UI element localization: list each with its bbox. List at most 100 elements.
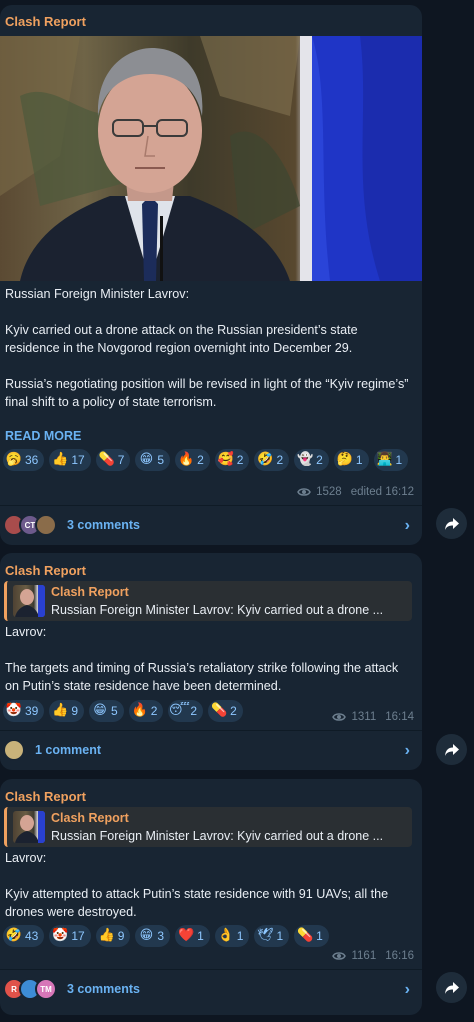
reaction-thumbs-up[interactable]: 👍 17 [49,449,91,471]
message-meta: 1311 16:14 [332,711,414,723]
reaction-fire[interactable]: 🔥 2 [128,700,164,722]
reaction-thinking-face[interactable]: 🤔 1 [333,449,369,471]
reaction-red-heart[interactable]: ❤️ 1 [175,925,210,947]
share-button[interactable] [436,972,467,1003]
thumbs-up-icon: 👍 [52,452,69,467]
reply-preview[interactable]: Clash Report Russian Foreign Minister La… [4,581,412,621]
commenter-avatars: R TM [3,978,57,1000]
message-bubble: Clash Report Clash Report Russian Foreig… [0,553,422,770]
reaction-pill[interactable]: 💊 2 [208,700,243,722]
reactions-bar: 🤣 43 🤡 17 👍 9 😁 3 ❤️ 1 👌 1 🕊 1 💊 1 [3,925,418,947]
smiling-hearts-icon: 🥰 [217,452,234,467]
share-button[interactable] [436,734,467,765]
grinning-face-icon: 😁 [93,703,107,718]
message-bubble: Clash Report Clash Report Russian Foreig… [0,779,422,1015]
red-heart-icon: ❤️ [178,928,195,943]
views-eye-icon [297,488,311,496]
comments-count: 1 comment [35,743,101,757]
share-arrow-icon [444,517,459,530]
channel-name[interactable]: Clash Report [5,563,86,578]
reply-preview[interactable]: Clash Report Russian Foreign Minister La… [4,807,412,847]
ghost-icon: 👻 [297,452,314,467]
thumbs-up-icon: 👍 [98,928,115,943]
reaction-grinning-face[interactable]: 😁 5 [135,449,171,471]
fire-icon: 🔥 [131,703,148,718]
reaction-pill[interactable]: 💊 1 [294,925,329,947]
avatar [3,739,25,761]
comments-button[interactable]: R TM 3 comments › [0,971,422,1007]
divider [0,969,422,970]
reaction-yawning-face[interactable]: 🥱 36 [3,449,45,471]
grinning-face-icon: 😁 [139,928,154,943]
message-time: edited 16:12 [350,486,414,498]
avatar [35,514,57,536]
dove-icon: 🕊 [257,928,274,943]
reaction-sleeping-face[interactable]: 😴 2 [168,700,204,722]
clown-face-icon: 🤡 [52,928,69,943]
message-meta: 1161 16:16 [332,950,414,962]
chevron-right-icon: › [404,517,410,534]
comments-button[interactable]: CT 3 comments › [0,507,422,543]
reaction-thumbs-up[interactable]: 👍 9 [49,700,85,722]
reaction-dove[interactable]: 🕊 1 [254,925,290,947]
reply-snippet: Russian Foreign Minister Lavrov: Kyiv ca… [51,829,384,843]
chevron-right-icon: › [404,981,410,998]
pill-icon: 💊 [98,452,115,467]
views-eye-icon [332,952,347,960]
reaction-technologist[interactable]: 👨‍💻 1 [373,449,409,471]
channel-name[interactable]: Clash Report [5,14,86,29]
reaction-grinning-face[interactable]: 😁 5 [89,700,124,722]
rofl-icon: 🤣 [5,928,23,943]
technologist-icon: 👨‍💻 [376,452,393,467]
comments-button[interactable]: 1 comment › [0,732,422,768]
reaction-smiling-hearts[interactable]: 🥰 2 [214,449,250,471]
reaction-clown-face[interactable]: 🤡 39 [3,700,45,722]
reaction-grinning-face[interactable]: 😁 3 [135,925,171,947]
reply-thumbnail [13,811,45,843]
pill-icon: 💊 [297,928,314,943]
lavrov-thumb-image [15,585,45,617]
view-count: 1161 [351,950,377,962]
comments-count: 3 comments [67,518,140,532]
chevron-right-icon: › [404,742,410,759]
reaction-rofl[interactable]: 🤣 2 [254,449,290,471]
message-time: 16:14 [385,711,414,723]
read-more-link[interactable]: READ MORE [5,429,81,443]
message-meta: 1528 edited 16:12 [297,486,414,498]
divider [0,505,422,506]
message-text: Russian Foreign Minister Lavrov: Kyiv ca… [5,287,409,409]
message-time: 16:16 [385,950,414,962]
avatar: TM [35,978,57,1000]
fire-icon: 🔥 [178,452,195,467]
share-arrow-icon [444,743,459,756]
ok-hand-icon: 👌 [217,928,234,943]
message-bubble: Clash Report Russian Foreign Minister La… [0,5,422,545]
reaction-ghost[interactable]: 👻 2 [294,449,329,471]
commenter-avatars: CT [3,514,57,536]
views-eye-icon [332,713,347,721]
clown-face-icon: 🤡 [5,703,23,718]
rofl-icon: 🤣 [257,452,274,467]
message-text: Lavrov: The targets and timing of Russia… [5,625,399,693]
commenter-avatars [3,739,25,761]
reaction-rofl[interactable]: 🤣 43 [3,925,45,947]
share-arrow-icon [444,981,459,994]
channel-name[interactable]: Clash Report [5,789,86,804]
reply-snippet: Russian Foreign Minister Lavrov: Kyiv ca… [51,603,384,617]
share-button[interactable] [436,508,467,539]
yawning-face-icon: 🥱 [5,452,23,467]
reaction-thumbs-up[interactable]: 👍 9 [95,925,131,947]
message-text: Lavrov: Kyiv attempted to attack Putin’s… [5,851,389,919]
reaction-ok-hand[interactable]: 👌 1 [214,925,250,947]
message-photo[interactable] [0,36,422,281]
thumbs-up-icon: 👍 [52,703,69,718]
reply-thumbnail [13,585,45,617]
lavrov-thumb-image [15,811,45,843]
reaction-fire[interactable]: 🔥 2 [175,449,210,471]
view-count: 1528 [316,486,342,498]
sleeping-face-icon: 😴 [169,703,190,718]
thinking-face-icon: 🤔 [336,452,353,467]
reaction-pill[interactable]: 💊 7 [95,449,131,471]
reaction-clown-face[interactable]: 🤡 17 [49,925,91,947]
reactions-bar: 🥱 36 👍 17 💊 7 😁 5 🔥 2 🥰 2 🤣 2 👻 2 🤔 1 👨‍💻 1 [3,449,418,471]
